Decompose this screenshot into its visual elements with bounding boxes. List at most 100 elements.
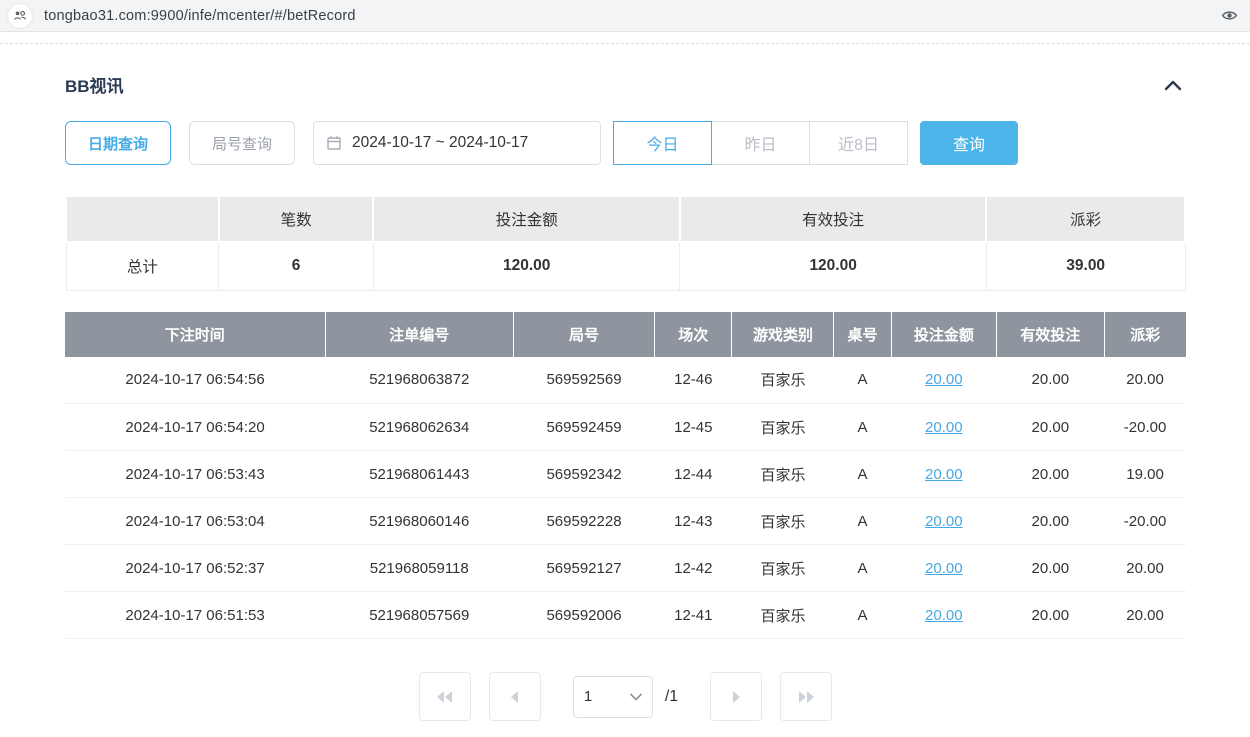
table-row: 2024-10-17 06:54:20 521968062634 5695924… (65, 404, 1186, 451)
tab-last-8-days[interactable]: 近8日 (809, 121, 908, 165)
cell-table-no: A (834, 451, 891, 498)
summary-header-payout: 派彩 (986, 196, 1185, 242)
cell-game-type: 百家乐 (732, 545, 834, 592)
col-header-payout: 派彩 (1104, 312, 1186, 357)
eye-icon[interactable] (1221, 7, 1238, 24)
url-text[interactable]: tongbao31.com:9900/infe/mcenter/#/betRec… (44, 8, 356, 24)
cell-payout: -20.00 (1104, 498, 1186, 545)
col-header-game-type: 游戏类别 (732, 312, 834, 357)
search-button[interactable]: 查询 (920, 121, 1018, 165)
summary-row: 总计 6 120.00 120.00 39.00 (66, 242, 1185, 290)
date-query-tab[interactable]: 日期查询 (65, 121, 171, 165)
cell-game-type: 百家乐 (732, 404, 834, 451)
page-total: /1 (665, 688, 678, 706)
cell-valid-bet: 20.00 (997, 545, 1105, 592)
col-header-order-no: 注单编号 (325, 312, 513, 357)
cell-payout: 20.00 (1104, 592, 1186, 639)
summary-count: 6 (219, 242, 374, 290)
col-header-table-no: 桌号 (834, 312, 891, 357)
table-row: 2024-10-17 06:53:04 521968060146 5695922… (65, 498, 1186, 545)
cell-session: 12-42 (655, 545, 732, 592)
cell-game-type: 百家乐 (732, 592, 834, 639)
col-header-session: 场次 (655, 312, 732, 357)
cell-payout: 19.00 (1104, 451, 1186, 498)
cell-table-no: A (834, 592, 891, 639)
summary-header-valid-bet: 有效投注 (680, 196, 986, 242)
date-range-value: 2024-10-17 ~ 2024-10-17 (352, 134, 528, 152)
summary-payout: 39.00 (986, 242, 1185, 290)
cell-order-no: 521968060146 (325, 498, 513, 545)
cell-round-no: 569592127 (513, 545, 654, 592)
cell-valid-bet: 20.00 (997, 498, 1105, 545)
cell-bet-time: 2024-10-17 06:53:04 (65, 498, 325, 545)
bet-amount-link[interactable]: 20.00 (925, 513, 963, 530)
date-range-picker[interactable]: 2024-10-17 ~ 2024-10-17 (313, 121, 601, 165)
bet-amount-link[interactable]: 20.00 (925, 560, 963, 577)
cell-round-no: 569592228 (513, 498, 654, 545)
cell-payout: 20.00 (1104, 545, 1186, 592)
cell-session: 12-45 (655, 404, 732, 451)
summary-valid-bet: 120.00 (680, 242, 986, 290)
col-header-valid-bet: 有效投注 (997, 312, 1105, 357)
profile-icon (13, 9, 27, 23)
cell-order-no: 521968062634 (325, 404, 513, 451)
double-arrow-right-icon (797, 689, 815, 705)
prev-page-button[interactable] (489, 672, 541, 721)
cell-bet-time: 2024-10-17 06:54:20 (65, 404, 325, 451)
cell-table-no: A (834, 498, 891, 545)
bet-amount-link[interactable]: 20.00 (925, 419, 963, 436)
cell-payout: -20.00 (1104, 404, 1186, 451)
summary-header-bet-amount: 投注金额 (373, 196, 679, 242)
pagination: 1 /1 (65, 672, 1186, 721)
table-row: 2024-10-17 06:52:37 521968059118 5695921… (65, 545, 1186, 592)
table-row: 2024-10-17 06:54:56 521968063872 5695925… (65, 357, 1186, 404)
table-row: 2024-10-17 06:53:43 521968061443 5695923… (65, 451, 1186, 498)
page-title: BB视讯 (65, 72, 124, 97)
collapse-button[interactable] (1160, 75, 1186, 95)
double-arrow-left-icon (436, 689, 454, 705)
cell-order-no: 521968057569 (325, 592, 513, 639)
cell-session: 12-46 (655, 357, 732, 404)
summary-total-label: 总计 (66, 242, 219, 290)
first-page-button[interactable] (419, 672, 471, 721)
cell-bet-time: 2024-10-17 06:53:43 (65, 451, 325, 498)
cell-round-no: 569592459 (513, 404, 654, 451)
cell-session: 12-44 (655, 451, 732, 498)
arrow-left-icon (508, 689, 522, 705)
bet-amount-link[interactable]: 20.00 (925, 607, 963, 624)
summary-table: 笔数 投注金额 有效投注 派彩 总计 6 120.00 120.00 39.00 (65, 195, 1186, 291)
last-page-button[interactable] (780, 672, 832, 721)
summary-bet-amount: 120.00 (373, 242, 679, 290)
col-header-bet-amount: 投注金额 (891, 312, 996, 357)
round-query-tab[interactable]: 局号查询 (189, 121, 295, 165)
dashed-separator (0, 32, 1250, 44)
col-header-round-no: 局号 (513, 312, 654, 357)
quick-range-group: 今日 昨日 近8日 (613, 121, 908, 165)
bet-record-panel: BB视讯 日期查询 局号查询 2024-10-17 ~ 2024-10-17 今… (0, 72, 1250, 721)
site-info-button[interactable] (8, 4, 32, 28)
cell-valid-bet: 20.00 (997, 404, 1105, 451)
cell-game-type: 百家乐 (732, 498, 834, 545)
records-header-row: 下注时间 注单编号 局号 场次 游戏类别 桌号 投注金额 有效投注 派彩 (65, 312, 1186, 357)
cell-valid-bet: 20.00 (997, 357, 1105, 404)
cell-order-no: 521968061443 (325, 451, 513, 498)
records-table: 下注时间 注单编号 局号 场次 游戏类别 桌号 投注金额 有效投注 派彩 202… (65, 312, 1186, 640)
tab-yesterday[interactable]: 昨日 (711, 121, 810, 165)
cell-table-no: A (834, 545, 891, 592)
bet-amount-link[interactable]: 20.00 (925, 371, 963, 388)
next-page-button[interactable] (710, 672, 762, 721)
page-select[interactable]: 1 (573, 676, 653, 718)
bet-amount-link[interactable]: 20.00 (925, 466, 963, 483)
table-row: 2024-10-17 06:51:53 521968057569 5695920… (65, 592, 1186, 639)
cell-round-no: 569592569 (513, 357, 654, 404)
cell-round-no: 569592006 (513, 592, 654, 639)
cell-order-no: 521968063872 (325, 357, 513, 404)
cell-session: 12-43 (655, 498, 732, 545)
cell-round-no: 569592342 (513, 451, 654, 498)
calendar-icon (326, 135, 342, 151)
cell-bet-time: 2024-10-17 06:54:56 (65, 357, 325, 404)
cell-valid-bet: 20.00 (997, 592, 1105, 639)
cell-payout: 20.00 (1104, 357, 1186, 404)
browser-address-bar: tongbao31.com:9900/infe/mcenter/#/betRec… (0, 0, 1250, 32)
tab-today[interactable]: 今日 (613, 121, 712, 165)
